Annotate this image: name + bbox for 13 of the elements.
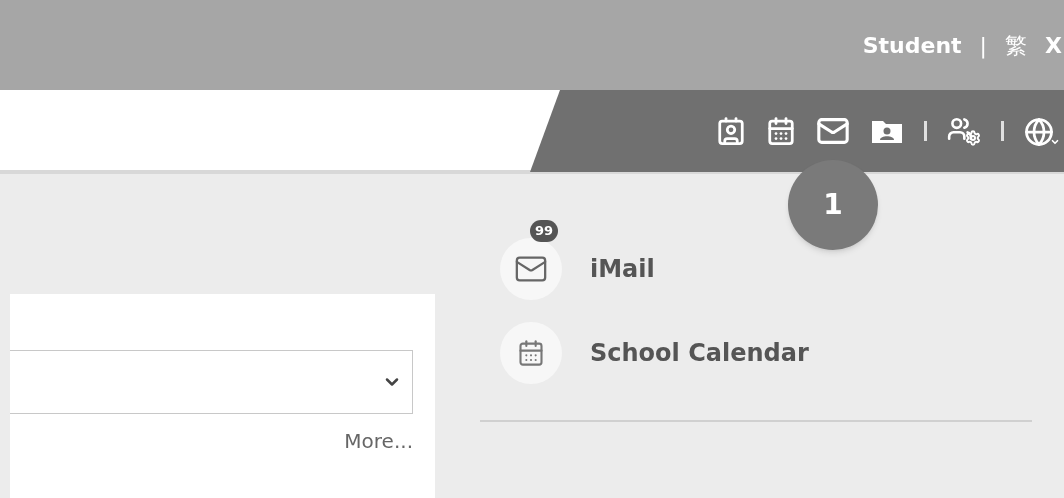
more-link[interactable]: More...: [344, 426, 413, 456]
calendar-icon: [517, 339, 545, 367]
user-role: Student: [862, 31, 962, 60]
calendar-icon[interactable]: [766, 116, 796, 146]
contact-card-icon[interactable]: [716, 116, 746, 146]
step-marker: 1: [788, 160, 878, 250]
people-gear-icon[interactable]: [947, 116, 981, 146]
separator: |: [979, 31, 988, 61]
app-label: School Calendar: [590, 338, 809, 369]
app-item[interactable]: School Calendar: [480, 302, 1032, 384]
app-label: iMail: [590, 254, 655, 285]
globe-icon[interactable]: [1024, 115, 1060, 147]
count-badge: 99: [529, 220, 558, 242]
